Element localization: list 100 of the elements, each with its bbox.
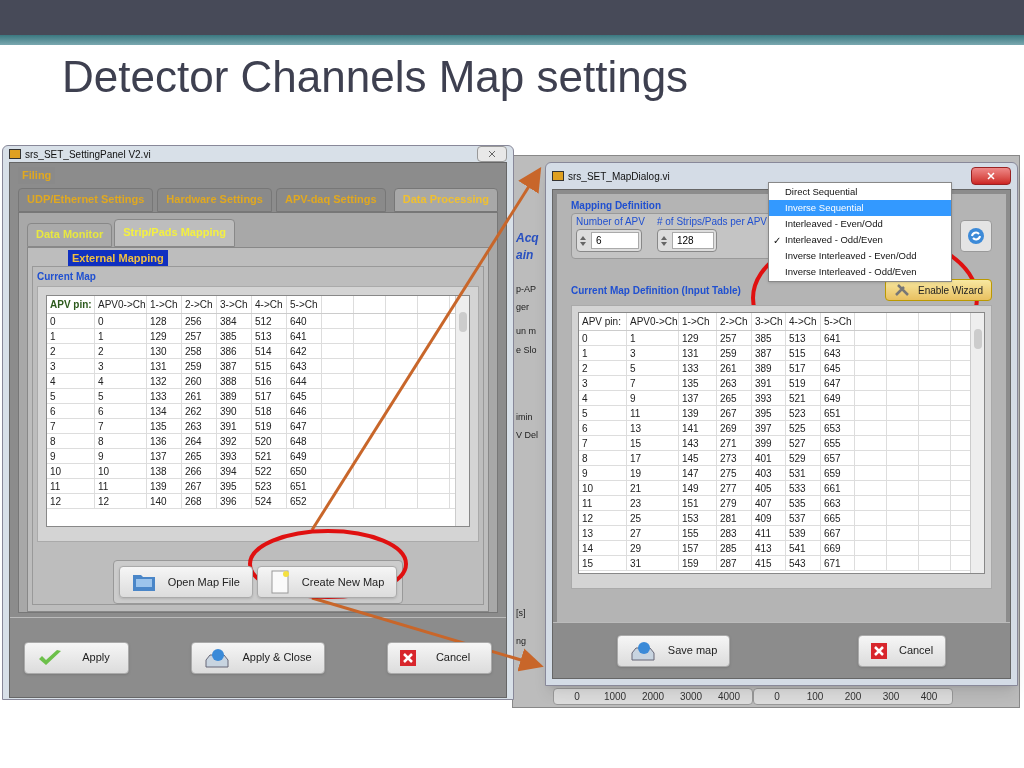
table-cell: 0 — [95, 314, 147, 328]
table-cell: 411 — [752, 526, 786, 540]
dialog-button[interactable]: Apply & Close — [191, 641, 325, 674]
table-cell: 135 — [679, 376, 717, 390]
close-button[interactable] — [971, 167, 1011, 185]
table-cell: 535 — [786, 496, 821, 510]
scale-label: 0 — [573, 690, 581, 704]
table-cell: 407 — [752, 496, 786, 510]
table-cell: 139 — [679, 406, 717, 420]
dialog-button[interactable]: Apply — [24, 641, 130, 674]
map-button[interactable]: Create New Map — [256, 566, 398, 598]
column-header: 2->Ch — [717, 313, 752, 330]
table-cell: 267 — [182, 479, 217, 493]
table-cell: 405 — [752, 481, 786, 495]
table-cell: 522 — [252, 464, 287, 478]
table-cell: 10 — [95, 464, 147, 478]
number-field[interactable]: 6 — [576, 229, 642, 252]
table-cell: 537 — [786, 511, 821, 525]
table-cell: 665 — [821, 511, 855, 525]
menu-item[interactable]: Interleaved - Even/Odd — [769, 216, 951, 232]
page-icon — [269, 570, 290, 594]
table-cell: 153 — [679, 511, 717, 525]
menu-item[interactable]: Direct Sequential — [769, 184, 951, 200]
scale-label: 0 — [773, 690, 781, 704]
table-cell: 139 — [147, 479, 182, 493]
table-cell: 268 — [182, 494, 217, 508]
table-cell: 7 — [627, 376, 679, 390]
label-text: V Del — [516, 429, 538, 442]
table-cell: 392 — [217, 434, 252, 448]
table-cell: 413 — [752, 541, 786, 555]
table-cell: 5 — [95, 389, 147, 403]
dialog-button[interactable]: Save map — [616, 634, 731, 667]
table-cell: 647 — [821, 376, 855, 390]
table-cell: 13 — [627, 421, 679, 435]
close-button[interactable] — [477, 146, 507, 162]
label-text: imin — [516, 411, 533, 424]
column-header: APV pin: — [47, 296, 95, 313]
table-cell: 261 — [182, 389, 217, 403]
label-text: Acq — [516, 230, 539, 247]
scrollbar[interactable] — [970, 313, 984, 573]
scale-label: 2000 — [640, 690, 666, 704]
table-cell: 415 — [752, 556, 786, 570]
table-cell: 671 — [821, 556, 855, 570]
table-cell: 520 — [252, 434, 287, 448]
table-cell: 403 — [752, 466, 786, 480]
table-cell: 646 — [287, 404, 322, 418]
scrollbar[interactable] — [455, 296, 469, 526]
table-cell: 133 — [147, 389, 182, 403]
table-cell: 9 — [95, 449, 147, 463]
table-cell: 519 — [252, 419, 287, 433]
table-cell: 393 — [217, 449, 252, 463]
table-cell: 265 — [182, 449, 217, 463]
table-cell: 258 — [182, 344, 217, 358]
label-text: un m — [516, 325, 536, 338]
table-cell: 155 — [679, 526, 717, 540]
table-cell: 12 — [47, 494, 95, 508]
table-cell: 9 — [47, 449, 95, 463]
table-cell: 149 — [679, 481, 717, 495]
scale-label: 300 — [881, 690, 901, 704]
dialog-button[interactable]: Cancel — [857, 634, 947, 667]
column-header: APV0->Ch — [95, 296, 147, 313]
table-cell: 3 — [627, 346, 679, 360]
table-cell: 14 — [579, 541, 627, 555]
table-cell: 147 — [679, 466, 717, 480]
column-header: 1->Ch — [679, 313, 717, 330]
table-cell: 651 — [287, 479, 322, 493]
table-cell: 7 — [95, 419, 147, 433]
table-cell: 645 — [287, 389, 322, 403]
scale-label: 200 — [843, 690, 863, 704]
table-cell: 7 — [579, 436, 627, 450]
table-cell: 541 — [786, 541, 821, 555]
table-cell: 518 — [252, 404, 287, 418]
table-cell: 135 — [147, 419, 182, 433]
label-text: ain — [516, 247, 534, 264]
scale-label: 400 — [919, 690, 939, 704]
table-cell: 395 — [217, 479, 252, 493]
table-cell: 10 — [47, 464, 95, 478]
dialog-button[interactable]: Cancel — [386, 641, 492, 674]
table-cell: 3 — [95, 359, 147, 373]
label-text: ng — [516, 635, 526, 648]
table-cell: 271 — [717, 436, 752, 450]
table-cell: 649 — [287, 449, 322, 463]
table-cell: 145 — [679, 451, 717, 465]
table-cell: 132 — [147, 374, 182, 388]
table-cell: 11 — [95, 479, 147, 493]
window-title: srs_SET_MapDialog.vi — [568, 169, 670, 184]
table-cell: 2 — [579, 361, 627, 375]
table-cell: 140 — [147, 494, 182, 508]
number-field[interactable]: 128 — [656, 229, 717, 252]
table-cell: 393 — [752, 391, 786, 405]
table-cell: 283 — [717, 526, 752, 540]
table-cell: 7 — [47, 419, 95, 433]
map-button[interactable]: Open Map File — [118, 566, 253, 598]
section-label: Mapping Definition — [571, 199, 661, 213]
table-cell: 524 — [252, 494, 287, 508]
field-label: Number of APV — [576, 215, 645, 229]
table-cell: 391 — [217, 419, 252, 433]
label-text: ger — [516, 301, 529, 314]
table-cell: 389 — [217, 389, 252, 403]
table-cell: 275 — [717, 466, 752, 480]
